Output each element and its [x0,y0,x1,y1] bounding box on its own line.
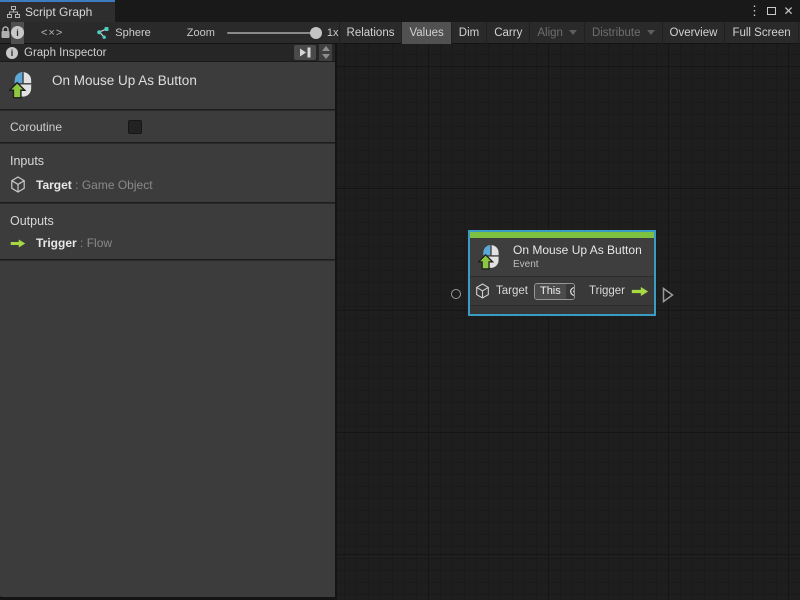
node-footer [470,305,654,314]
tab-script-graph[interactable]: Script Graph [0,0,115,22]
colon: : [75,177,79,192]
inspector-toggle-button[interactable]: i [11,21,24,44]
trigger-output-port[interactable] [662,287,674,303]
inputs-heading: Inputs [10,154,45,168]
zoom-slider[interactable] [226,26,322,39]
game-object-icon [10,176,26,193]
target-port-label[interactable]: Target [496,285,528,297]
info-icon: i [6,46,18,59]
lock-icon [1,26,10,38]
zoom-label: Zoom [186,26,215,39]
maximize-icon [767,7,776,15]
selected-unit-header: On Mouse Up As Button [0,62,335,109]
chevron-down-icon [321,54,330,59]
zoom-control: Zoom 1x [186,26,339,39]
target-value: This [534,283,566,299]
values-button[interactable]: Values [401,21,451,44]
node-header[interactable]: On Mouse Up As Button Event [470,238,654,276]
script-graph-asset-icon [97,26,109,39]
window-menu-button[interactable]: ⋮ [746,0,763,22]
object-picker-icon[interactable] [565,283,575,299]
distribute-dropdown[interactable]: Distribute [583,21,662,44]
output-row-trigger: Trigger : Flow [10,236,335,250]
graph-canvas[interactable]: On Mouse Up As Button Event Target This [337,44,800,600]
graph-inspector-title: Graph Inspector [24,46,107,59]
zoom-slider-knob[interactable] [309,26,322,39]
tab-bar: Script Graph ⋮ ✕ [0,0,800,22]
tab-label: Script Graph [25,5,93,19]
input-row-target: Target : Game Object [10,176,335,193]
align-dropdown[interactable]: Align [529,21,584,44]
panel-reorder-spinner[interactable] [319,44,332,61]
flow-arrow-icon [10,238,26,249]
target-input-port[interactable] [451,289,461,299]
info-icon: i [11,26,24,39]
input-name: Target [36,177,72,192]
carry-button[interactable]: Carry [486,21,529,44]
coroutine-row: Coroutine [0,111,335,142]
zoom-value: 1x [326,26,339,39]
graph-toolbar: i <×> Sphere Zoom 1x Relations Values Di… [0,21,800,44]
graph-owner-label: Sphere [115,26,151,39]
output-type: Flow [86,236,113,250]
node-header-text: On Mouse Up As Button Event [513,243,642,270]
colon: : [80,236,84,250]
coroutine-checkbox[interactable] [128,119,142,134]
lock-button[interactable] [0,22,11,44]
node-ports-row: Target This Trigger [470,276,654,305]
kebab-menu-icon: ⋮ [748,3,761,18]
graph-owner-group[interactable]: Sphere [95,26,151,40]
trigger-flow-arrow-icon [631,286,649,296]
unit-title: On Mouse Up As Button [52,73,197,88]
mouse-up-icon [9,72,32,99]
dim-button[interactable]: Dim [450,21,486,44]
output-name: Trigger [36,236,77,250]
trigger-port-label[interactable]: Trigger [589,285,625,297]
node-subtitle: Event [513,259,539,270]
code-preview-button[interactable]: <×> [41,22,63,44]
overview-button[interactable]: Overview [661,21,725,44]
coroutine-label: Coroutine [10,119,63,134]
dock-icon [300,47,311,58]
node-title: On Mouse Up As Button [513,243,642,257]
graph-inspector-panel: i Graph Inspector On Mouse Up As Button … [0,44,337,600]
graph-hierarchy-icon [7,6,20,18]
inputs-section: Inputs Target : Game Object [0,144,335,202]
toolbar-buttons: Relations Values Dim Carry Align Distrib… [338,21,799,44]
outputs-heading: Outputs [10,214,54,228]
game-object-icon [475,283,490,299]
outputs-section: Outputs Trigger : Flow [0,204,335,259]
divider [0,259,335,261]
dock-sidebar-button[interactable] [294,45,316,60]
target-value-field[interactable]: This [533,282,576,300]
full-screen-button[interactable]: Full Screen [724,21,799,44]
chevron-down-icon [646,30,655,35]
relations-button[interactable]: Relations [338,21,402,44]
close-icon: ✕ [783,4,794,18]
graph-inspector-header: i Graph Inspector [0,44,335,62]
maximize-button[interactable] [763,0,780,22]
chevron-up-icon [321,46,330,51]
mouse-up-icon [478,244,499,270]
event-node-on-mouse-up-as-button[interactable]: On Mouse Up As Button Event Target This [468,230,656,316]
window-controls: ⋮ ✕ [746,0,797,22]
unity-script-graph-window: Script Graph ⋮ ✕ i <×> Sphere Zoom 1x Re… [0,0,800,600]
chevron-down-icon [568,30,577,35]
close-button[interactable]: ✕ [780,0,797,22]
input-type: Game Object [81,177,153,192]
